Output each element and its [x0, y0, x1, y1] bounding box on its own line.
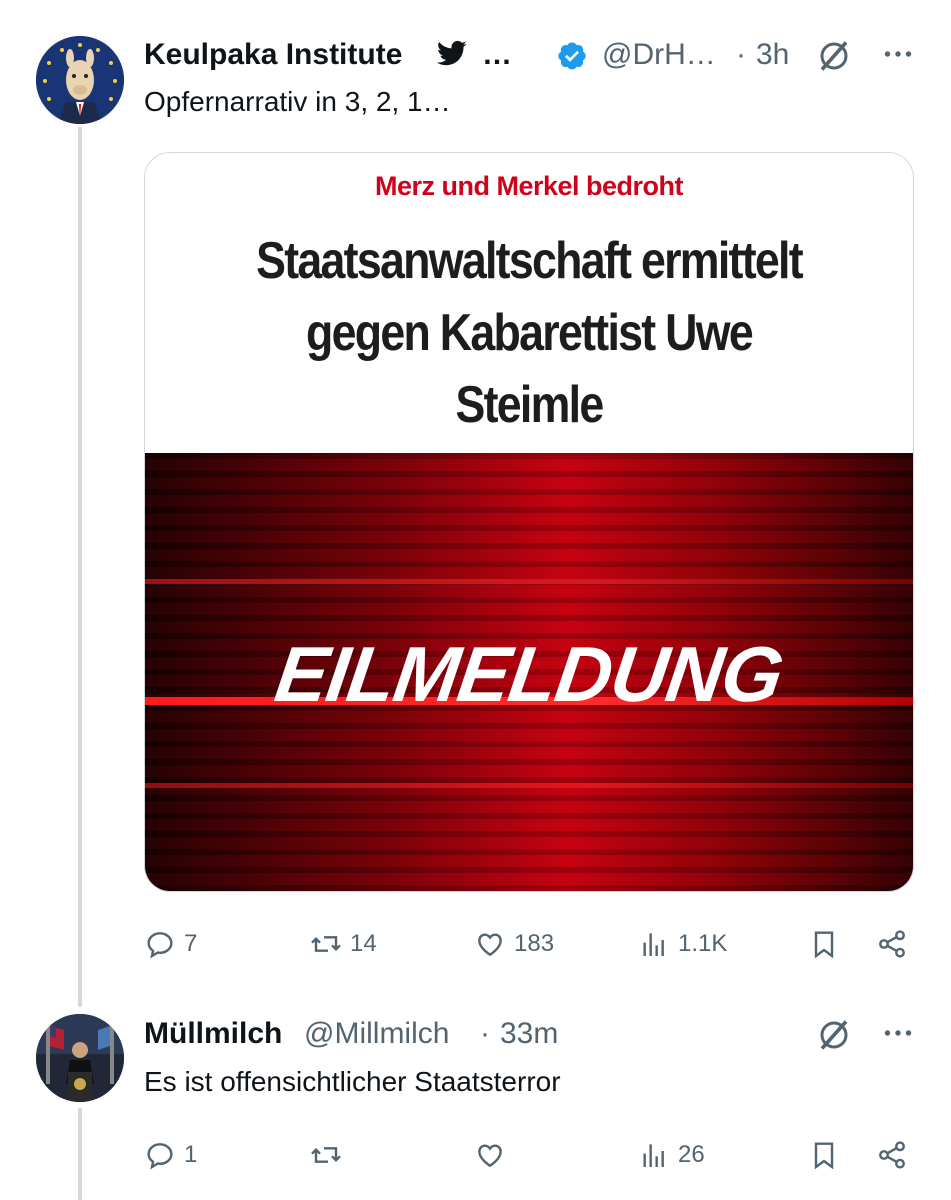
name-overflow: …	[482, 38, 512, 71]
reply-timestamp[interactable]: 33m	[500, 1017, 558, 1051]
reply-action-bar: 1 26	[144, 1135, 924, 1175]
display-name[interactable]: Keulpaka Institute	[144, 38, 402, 72]
repost-icon	[311, 936, 341, 952]
repost-icon	[311, 1147, 341, 1163]
reply-avatar[interactable]	[36, 1014, 124, 1102]
light-streak	[145, 579, 913, 584]
grok-icon[interactable]	[816, 38, 852, 82]
reply-handle[interactable]: @Millmilch	[304, 1017, 449, 1051]
like-icon	[478, 933, 502, 957]
thread-line-continued	[78, 1108, 82, 1200]
bookmark-button[interactable]	[808, 924, 840, 964]
repost-button[interactable]	[310, 1135, 350, 1175]
reply-separator: ·	[480, 1017, 490, 1050]
share-button[interactable]	[876, 1135, 908, 1175]
views-button[interactable]: 1.1K	[638, 924, 727, 964]
more-icon[interactable]	[880, 36, 916, 80]
more-icon[interactable]	[880, 1015, 916, 1059]
reply-icon	[147, 1143, 173, 1170]
grok-icon[interactable]	[816, 1017, 852, 1061]
bookmark-button[interactable]	[808, 1135, 840, 1175]
views-button[interactable]: 26	[638, 1135, 705, 1175]
repost-button[interactable]: 14	[310, 924, 377, 964]
action-bar: 7 14 183 1.1K	[144, 924, 924, 964]
tweet-header: Keulpaka Institute … @DrH… · 3h	[144, 34, 924, 78]
like-button[interactable]	[474, 1135, 514, 1175]
reply-count: 7	[184, 930, 198, 957]
repost-count: 14	[350, 930, 377, 957]
like-icon	[478, 1144, 502, 1168]
bird-icon	[436, 40, 468, 76]
reply-button[interactable]: 7	[144, 924, 197, 964]
news-header: Merz und Merkel bedroht Staatsanwaltscha…	[145, 153, 913, 453]
banner-text: EILMELDUNG	[270, 630, 789, 718]
avatar[interactable]	[36, 36, 124, 124]
bookmark-icon	[814, 1142, 834, 1170]
breaking-news-banner: EILMELDUNG	[145, 453, 913, 891]
verified-badge-icon	[556, 40, 588, 80]
share-button[interactable]	[876, 924, 908, 964]
like-button[interactable]: 183	[474, 924, 554, 964]
light-streak	[145, 783, 913, 788]
news-kicker: Merz und Merkel bedroht	[374, 171, 684, 201]
handle[interactable]: @DrH…	[602, 38, 716, 72]
reply-display-name[interactable]: Müllmilch	[144, 1017, 282, 1051]
llama-avatar-image	[36, 36, 124, 124]
views-count: 26	[678, 1141, 705, 1168]
views-icon	[643, 933, 664, 956]
thread-line	[78, 127, 82, 1007]
news-headline: Staatsanwaltschaft ermittelt gegen Kabar…	[256, 232, 804, 434]
reply-header: Müllmilch @Millmilch · 33m	[144, 1013, 924, 1057]
reply-count: 1	[184, 1141, 198, 1168]
bookmark-icon	[814, 931, 834, 959]
podium-photo-image	[36, 1014, 124, 1102]
separator: ·	[736, 38, 746, 71]
reply-icon	[147, 932, 173, 959]
tweet-text: Opfernarrativ in 3, 2, 1…	[144, 86, 451, 117]
share-icon	[879, 930, 905, 958]
reply-button[interactable]: 1	[144, 1135, 197, 1175]
media-image[interactable]: Merz und Merkel bedroht Staatsanwaltscha…	[144, 152, 914, 892]
reply-text: Es ist offensichtlicher Staatsterror	[144, 1066, 561, 1097]
views-icon	[643, 1144, 664, 1167]
share-icon	[879, 1141, 905, 1169]
like-count: 183	[514, 930, 555, 957]
views-count: 1.1K	[678, 930, 728, 957]
timestamp[interactable]: 3h	[756, 38, 789, 72]
